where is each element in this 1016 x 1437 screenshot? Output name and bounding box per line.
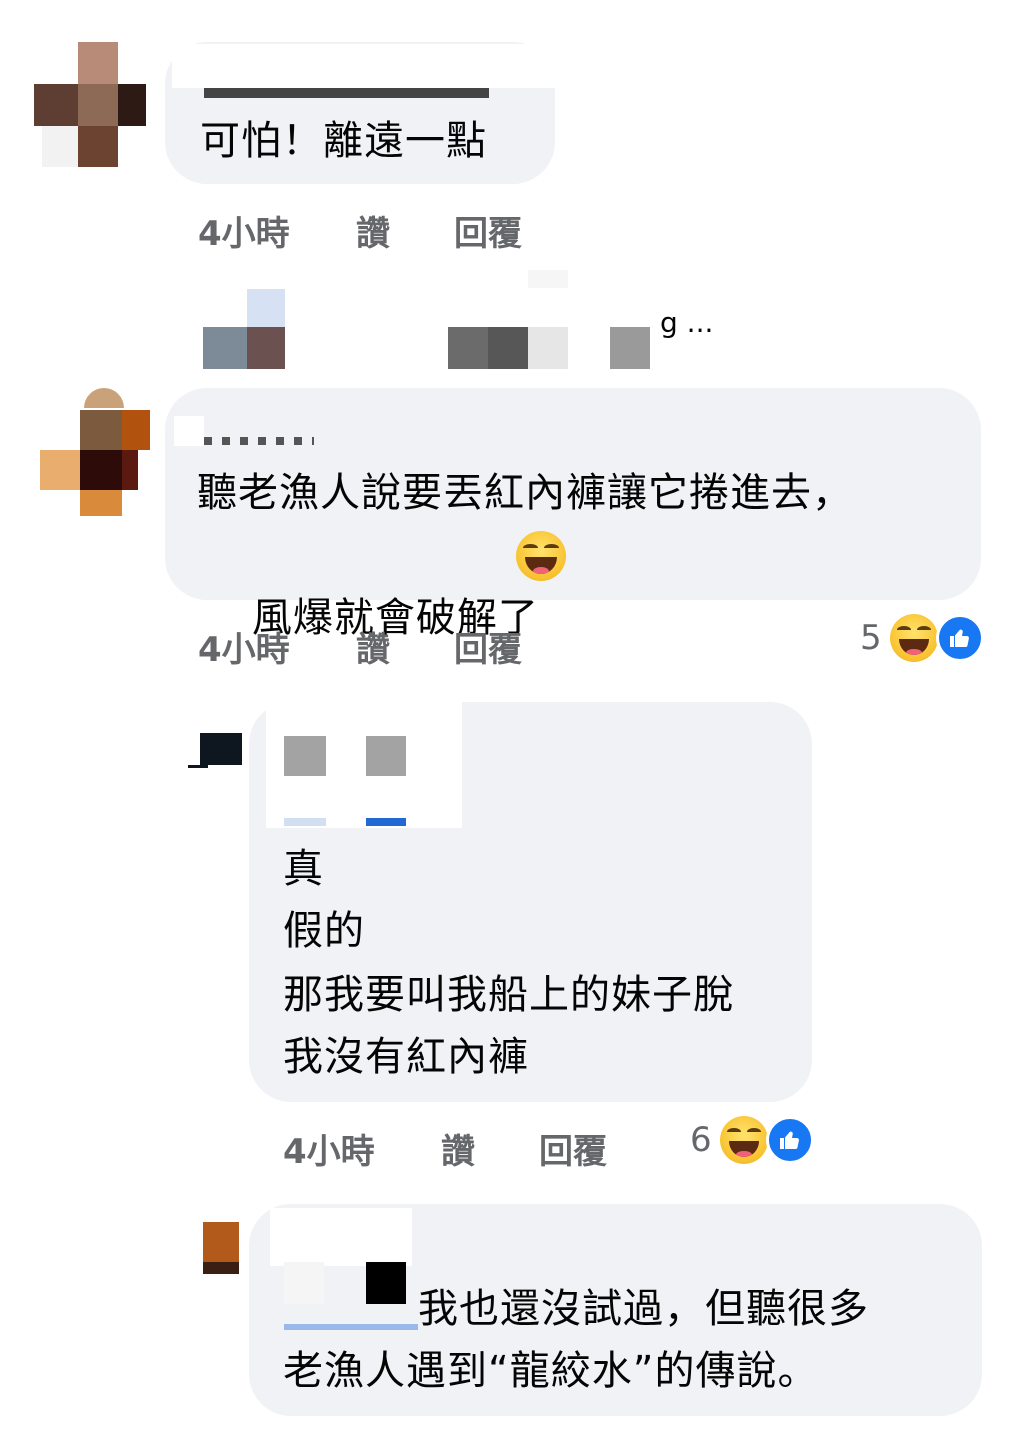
redacted-name-block <box>448 327 488 369</box>
redacted-name-block <box>488 327 528 369</box>
comment-timestamp[interactable]: 4小時 <box>283 1124 375 1173</box>
reply-link[interactable]: 回覆 <box>454 206 522 255</box>
redacted-author-name-strip <box>204 437 314 445</box>
comment-text-line-2: 老漁人遇到“龍絞水”的傳說。 <box>283 1348 819 1394</box>
redacted-author-name-strip <box>204 88 489 98</box>
redacted-mention-link[interactable] <box>284 1304 418 1330</box>
avatar[interactable] <box>34 42 146 167</box>
grinning-squinting-emoji-icon <box>516 531 566 581</box>
haha-icon <box>720 1116 768 1164</box>
comment-text-line-2: 假的 <box>283 908 365 954</box>
comment-timestamp[interactable]: 4小時 <box>198 622 290 671</box>
comment-text: 可怕！離遠一點 <box>200 118 487 164</box>
redacted-name-block <box>528 270 568 288</box>
comment-text-line-4: 我沒有紅內褲 <box>283 1034 529 1080</box>
like-link[interactable]: 讚 <box>441 1124 475 1173</box>
avatar[interactable] <box>188 733 242 769</box>
avatar[interactable] <box>203 1222 239 1274</box>
avatar[interactable] <box>40 388 150 516</box>
reaction-count: 6 <box>690 1120 712 1160</box>
redacted-avatar <box>203 289 285 369</box>
reply-link[interactable]: 回覆 <box>454 622 522 671</box>
redacted-author-name <box>174 416 204 446</box>
redacted-mention-block <box>366 1262 406 1304</box>
like-link[interactable]: 讚 <box>356 206 390 255</box>
redacted-name-block <box>366 818 406 826</box>
redacted-name-block <box>284 818 326 826</box>
comment-timestamp[interactable]: 4小時 <box>198 206 290 255</box>
comment-text-line-2: 風爆就會破解了 <box>197 525 539 711</box>
reaction-count: 5 <box>860 618 882 658</box>
comment-text-line-1: 我也還沒試過，但聽很多 <box>418 1286 869 1332</box>
redacted-name-block <box>610 327 650 369</box>
reply-link[interactable]: 回覆 <box>539 1124 607 1173</box>
comment-text-line-1: 真 <box>283 846 324 892</box>
like-icon <box>766 1116 814 1164</box>
comment-text-line-3: 那我要叫我船上的妹子脫 <box>283 972 734 1018</box>
like-link[interactable]: 讚 <box>356 622 390 671</box>
collapsed-reply-suffix: g ... <box>660 306 714 339</box>
redacted-name-block <box>284 736 326 776</box>
redacted-author-name <box>172 44 557 88</box>
like-icon <box>936 614 984 662</box>
comment-text-line-1: 聽老漁人說要丟紅內褲讓它捲進去， <box>197 470 853 516</box>
redacted-name-block <box>528 327 568 369</box>
haha-icon <box>890 614 938 662</box>
redacted-author-name <box>270 1208 412 1266</box>
redacted-name-block <box>366 736 406 776</box>
redacted-mention-block <box>284 1262 324 1304</box>
